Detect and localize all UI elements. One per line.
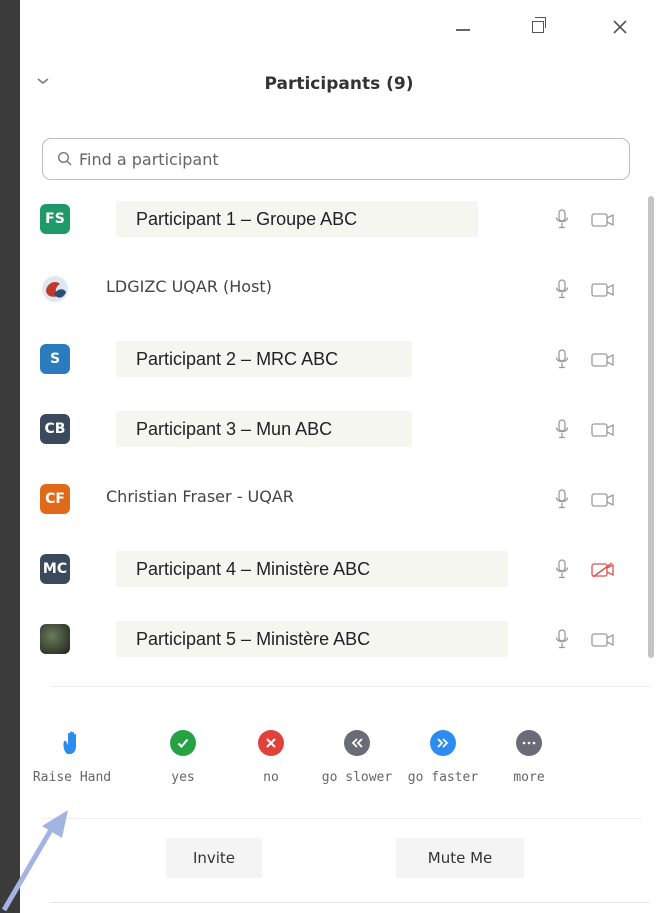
mute-me-button[interactable]: Mute Me	[396, 838, 524, 878]
reaction-label: Raise Hand	[32, 770, 112, 785]
reaction-x[interactable]: no	[226, 730, 316, 785]
participant-row[interactable]: Participant 5 – Ministère ABC	[20, 612, 640, 676]
microphone-muted-icon[interactable]	[554, 558, 570, 580]
avatar-initials: CF	[45, 491, 65, 507]
microphone-muted-icon[interactable]	[554, 208, 570, 230]
reaction-label: more	[513, 770, 545, 785]
video-off-red-icon[interactable]	[590, 561, 616, 579]
reaction-label: no	[263, 770, 279, 785]
participant-row[interactable]: S Participant 2 – MRC ABC	[20, 332, 640, 396]
divider	[50, 902, 650, 903]
reaction-label: yes	[171, 770, 195, 785]
participant-name: Participant 2 – MRC ABC	[116, 341, 412, 377]
participant-row[interactable]: FS Participant 1 – Groupe ABC	[20, 192, 640, 256]
reaction-label: go slower	[321, 770, 393, 785]
minimize-icon	[456, 29, 470, 31]
search-input[interactable]	[77, 148, 581, 170]
avatar: MC	[40, 554, 70, 584]
avatar: CF	[40, 484, 70, 514]
reaction-more[interactable]: more	[484, 730, 574, 785]
scrollbar-thumb[interactable]	[648, 196, 654, 658]
microphone-muted-icon[interactable]	[554, 348, 570, 370]
reaction-fast-forward[interactable]: go faster	[398, 730, 488, 785]
microphone-muted-icon[interactable]	[554, 418, 570, 440]
restore-icon	[532, 17, 546, 33]
video-off-icon[interactable]	[590, 421, 616, 439]
raise-hand-icon	[59, 730, 85, 756]
avatar	[40, 624, 70, 654]
video-off-icon[interactable]	[590, 631, 616, 649]
x-icon	[258, 730, 284, 756]
participant-row[interactable]: LDGIZC UQAR (Host)	[20, 262, 640, 326]
close-button[interactable]	[602, 12, 638, 42]
video-off-icon[interactable]	[590, 491, 616, 509]
video-off-icon[interactable]	[590, 281, 616, 299]
avatar: S	[40, 344, 70, 374]
participant-name: Christian Fraser - UQAR	[106, 487, 294, 506]
avatar: CB	[40, 414, 70, 444]
participant-row[interactable]: MC Participant 4 – Ministère ABC	[20, 542, 640, 606]
reaction-label: go faster	[407, 770, 479, 785]
participant-name: LDGIZC UQAR (Host)	[106, 277, 272, 296]
video-off-icon[interactable]	[590, 351, 616, 369]
avatar	[40, 274, 70, 304]
participant-list: FS Participant 1 – Groupe ABC LDGIZC UQAR …	[20, 192, 640, 692]
divider	[50, 686, 650, 687]
microphone-muted-icon[interactable]	[554, 488, 570, 510]
reaction-check[interactable]: yes	[138, 730, 228, 785]
participant-row[interactable]: CB Participant 3 – Mun ABC	[20, 402, 640, 466]
reaction-raise-hand[interactable]: Raise Hand	[20, 730, 124, 785]
more-icon	[516, 730, 542, 756]
search-box[interactable]	[42, 138, 630, 180]
divider	[42, 818, 642, 819]
search-icon	[57, 151, 72, 166]
scrollbar[interactable]	[648, 196, 656, 686]
panel-title: Participants (9)	[264, 74, 414, 94]
annotation-arrow	[1, 810, 68, 912]
check-icon	[170, 730, 196, 756]
reaction-rewind[interactable]: go slower	[312, 730, 402, 785]
fast-forward-icon	[430, 730, 456, 756]
desktop-frame: Participants (9) FS Participant 1 – Group…	[0, 0, 658, 913]
microphone-muted-icon[interactable]	[554, 628, 570, 650]
rewind-icon	[344, 730, 370, 756]
participant-name: Participant 5 – Ministère ABC	[116, 621, 508, 657]
participant-row[interactable]: CF Christian Fraser - UQAR	[20, 472, 640, 536]
minimize-button[interactable]	[445, 12, 481, 42]
participant-name: Participant 4 – Ministère ABC	[116, 551, 508, 587]
close-icon	[613, 20, 627, 34]
avatar-initials: S	[49, 351, 61, 367]
microphone-muted-icon[interactable]	[554, 278, 570, 300]
participants-window: Participants (9) FS Participant 1 – Group…	[20, 0, 658, 913]
invite-button[interactable]: Invite	[166, 838, 262, 878]
restore-button[interactable]	[520, 12, 556, 42]
avatar-initials: MC	[42, 561, 68, 577]
reactions-bar: Raise Hand yes no go slower go faster more	[20, 730, 658, 800]
avatar: FS	[40, 204, 70, 234]
video-off-icon[interactable]	[590, 211, 616, 229]
avatar-initials: CB	[44, 421, 66, 437]
avatar-initials: FS	[45, 211, 65, 227]
participant-name: Participant 3 – Mun ABC	[116, 411, 412, 447]
participant-name: Participant 1 – Groupe ABC	[116, 201, 478, 237]
